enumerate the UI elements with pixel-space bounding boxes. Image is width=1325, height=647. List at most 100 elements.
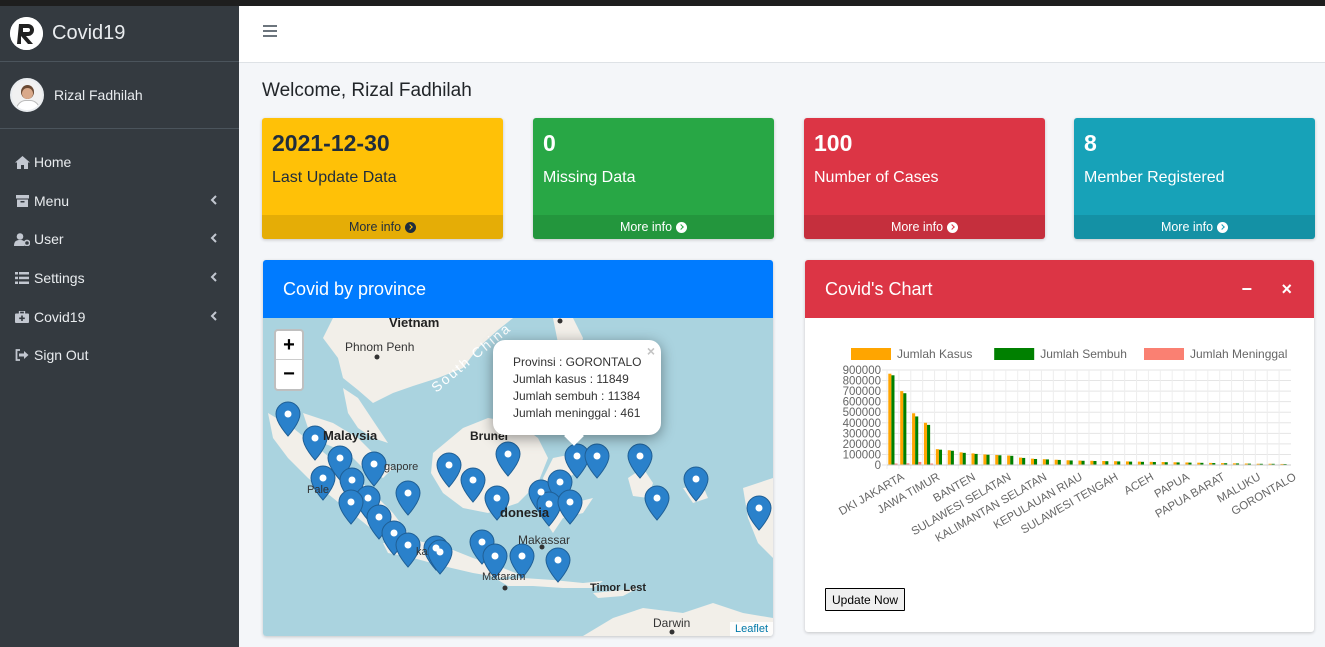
sidebar-item-user[interactable]: User	[0, 220, 239, 259]
sidebar-item-label: User	[34, 231, 64, 248]
bar	[927, 424, 931, 465]
arrow-circle-right-icon	[405, 221, 417, 233]
minimize-icon[interactable]: −	[1241, 279, 1252, 300]
more-info-label: More info	[1160, 220, 1214, 234]
y-tick-label: 900000	[843, 365, 881, 377]
arrow-circle-right-icon	[947, 221, 959, 233]
bar	[915, 416, 919, 465]
sidebar-item-covid19[interactable]: Covid19	[0, 297, 239, 336]
stat-label: Number of Cases	[814, 169, 939, 186]
sidebar-item-label: Home	[34, 154, 72, 171]
bar	[903, 393, 907, 465]
bar	[1129, 461, 1133, 465]
archive-icon	[14, 194, 30, 208]
card-header: Covid by province	[263, 260, 773, 318]
map-label-palembang: Pale	[307, 484, 330, 496]
zoom-control: + −	[274, 329, 304, 391]
map-label-malaysia: Malaysia	[323, 428, 378, 443]
bar	[962, 452, 966, 465]
bar	[971, 453, 975, 465]
update-now-button[interactable]: Update Now	[825, 588, 906, 611]
avatar	[10, 78, 44, 112]
bar	[1117, 461, 1121, 465]
covid-chart-card: Covid's Chart − × Jumlah Kasus Jumlah Sem…	[805, 260, 1314, 632]
bar	[1093, 460, 1097, 465]
bar	[1042, 459, 1046, 465]
y-tick-label: 100000	[843, 449, 881, 461]
more-info-label: More info	[348, 220, 402, 234]
bar	[1066, 460, 1070, 465]
chevron-left-icon	[210, 310, 217, 324]
stat-label: Missing Data	[543, 169, 636, 186]
leaflet-attribution-link[interactable]: Leaflet	[729, 622, 773, 636]
more-info-link[interactable]: More info	[1074, 215, 1315, 239]
close-icon[interactable]: ×	[1281, 279, 1292, 300]
bar	[1069, 460, 1073, 465]
hamburger-menu-icon[interactable]	[263, 25, 277, 37]
top-navbar	[239, 6, 1325, 63]
stat-value: 8	[1084, 130, 1097, 156]
map-label-mataram: Mataram	[482, 571, 526, 583]
brand-name: Covid19	[52, 22, 126, 44]
bar	[1078, 460, 1082, 465]
legend-swatch	[994, 348, 1035, 360]
bar	[1045, 459, 1049, 465]
list-icon	[14, 271, 30, 285]
bar	[1007, 455, 1011, 465]
legend-label: Jumlah Kasus	[897, 347, 972, 361]
bar	[923, 422, 928, 465]
sidebar-item-home[interactable]: Home	[0, 143, 239, 182]
more-info-label: More info	[890, 220, 944, 234]
stat-value: 0	[543, 130, 556, 156]
province-map[interactable]: Vietnam Phnom Penh Malaysia Brunei gapor…	[263, 318, 773, 636]
sidebar-nav: Home Menu User Settings Covid19 Sign Out	[0, 129, 239, 375]
bar	[1090, 460, 1094, 465]
sidebar-item-settings[interactable]: Settings	[0, 259, 239, 298]
user-panel[interactable]: Rizal Fadhilah	[0, 62, 239, 129]
bar	[935, 449, 939, 465]
arrow-circle-right-icon	[1217, 221, 1229, 233]
chevron-left-icon	[210, 271, 217, 285]
user-name[interactable]: Rizal Fadhilah	[54, 87, 143, 103]
popup-close-icon[interactable]: ×	[647, 343, 655, 360]
sidebar: Covid19 Rizal Fadhilah Home Menu User Se…	[0, 6, 239, 647]
stat-label: Last Update Data	[272, 169, 397, 186]
popup-deaths: Jumlah meninggal : 461	[513, 406, 641, 420]
bar	[1033, 458, 1038, 465]
bar	[959, 452, 963, 465]
covid-map-card: Covid by province Vietnam Phnom Penh Mal…	[263, 260, 773, 636]
chevron-left-icon	[210, 232, 217, 246]
legend-swatch	[851, 348, 891, 360]
map-popup: × Provinsi : GORONTALO Jumlah kasus : 11…	[493, 340, 661, 435]
y-tick-label: 600000	[843, 397, 881, 409]
stat-box-last-update: 2021-12-30 Last Update Data More info	[262, 118, 503, 239]
stat-value: 100	[814, 130, 853, 156]
page-title: Welcome, Rizal Fadhilah	[262, 80, 472, 101]
bar	[1030, 458, 1034, 465]
bar	[1022, 457, 1026, 465]
bar	[983, 454, 987, 465]
bar	[1102, 460, 1106, 465]
map-label-singapore: gapore	[384, 461, 419, 473]
more-info-link[interactable]: More info	[804, 215, 1045, 239]
bar	[891, 375, 895, 465]
bar	[950, 450, 954, 465]
popup-cases: Jumlah kasus : 11849	[513, 372, 629, 386]
card-header: Covid's Chart − ×	[805, 260, 1314, 318]
popup-recovered: Jumlah sembuh : 11384	[513, 389, 641, 403]
map-label-jakarta: ka	[416, 546, 428, 558]
zoom-in-button[interactable]: +	[276, 331, 302, 360]
zoom-out-button[interactable]: −	[276, 360, 302, 389]
sidebar-item-label: Menu	[34, 192, 70, 209]
sidebar-item-sign-out[interactable]: Sign Out	[0, 336, 239, 375]
stat-value: 2021-12-30	[272, 130, 390, 156]
bar	[888, 373, 892, 465]
map-label-makassar: Makassar	[518, 533, 571, 547]
brand-logo-icon	[10, 17, 43, 50]
brand[interactable]: Covid19	[0, 6, 239, 62]
bar	[912, 413, 916, 465]
sidebar-item-menu[interactable]: Menu	[0, 182, 239, 221]
sidebar-item-label: Settings	[34, 270, 85, 287]
more-info-link[interactable]: More info	[533, 215, 774, 239]
more-info-link[interactable]: More info	[262, 215, 503, 239]
